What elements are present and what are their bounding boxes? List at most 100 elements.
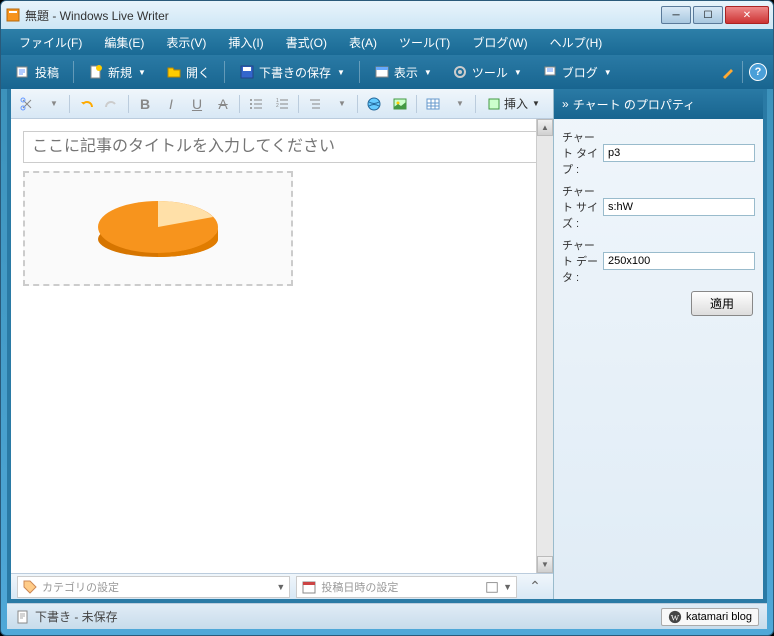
pie-chart-icon xyxy=(33,179,283,279)
blog-button[interactable]: ブログ▼ xyxy=(534,60,620,85)
chevron-down-icon: ▼ xyxy=(532,99,540,108)
bold-button[interactable]: B xyxy=(133,93,157,115)
category-field[interactable]: カテゴリの設定 ▼ xyxy=(17,576,290,598)
globe-icon xyxy=(366,96,382,112)
vertical-scrollbar[interactable]: ▲ ▼ xyxy=(536,119,553,573)
chevron-right-icon: » xyxy=(562,97,569,111)
chart-type-input[interactable] xyxy=(603,144,755,162)
titlebar: 無題 - Windows Live Writer ─ ☐ ✕ xyxy=(1,1,773,29)
menu-format[interactable]: 書式(O) xyxy=(276,31,337,54)
italic-button[interactable]: I xyxy=(159,93,183,115)
chevron-down-icon: ▼ xyxy=(338,99,346,108)
view-button[interactable]: 表示▼ xyxy=(366,60,440,85)
undo-button[interactable] xyxy=(74,93,98,115)
help-button[interactable]: ? xyxy=(749,63,767,81)
expand-button[interactable]: ⌃ xyxy=(523,576,547,598)
menu-insert[interactable]: 挿入(I) xyxy=(218,31,273,54)
window-title: 無題 - Windows Live Writer xyxy=(25,7,661,24)
maximize-button[interactable]: ☐ xyxy=(693,6,723,24)
separator xyxy=(742,61,743,83)
redo-button[interactable] xyxy=(100,93,124,115)
menu-table[interactable]: 表(A) xyxy=(339,31,387,54)
close-button[interactable]: ✕ xyxy=(725,6,769,24)
minimize-button[interactable]: ─ xyxy=(661,6,691,24)
menu-edit[interactable]: 編集(E) xyxy=(94,31,154,54)
separator xyxy=(224,61,225,83)
underline-button[interactable]: U xyxy=(185,93,209,115)
separator xyxy=(128,95,129,113)
scroll-down-icon[interactable]: ▼ xyxy=(537,556,553,573)
bullet-list-button[interactable] xyxy=(244,93,268,115)
chart-data-input[interactable] xyxy=(603,252,755,270)
plugin-icon xyxy=(486,96,502,112)
chart-type-row: チャート タイプ : xyxy=(562,129,755,177)
chart-type-label: チャート タイプ : xyxy=(562,129,599,177)
separator xyxy=(359,61,360,83)
date-picker-icon[interactable] xyxy=(485,580,499,594)
dropdown-button[interactable]: ▼ xyxy=(329,93,353,115)
chevron-down-icon: ▼ xyxy=(50,99,58,108)
insert-button[interactable]: 挿入▼ xyxy=(480,93,546,114)
chevron-down-icon: ▼ xyxy=(503,582,512,592)
redo-icon xyxy=(104,96,120,112)
bullet-list-icon xyxy=(248,96,264,112)
postdate-field[interactable]: 投稿日時の設定 ▼ xyxy=(296,576,517,598)
undo-icon xyxy=(78,96,94,112)
chevron-down-icon: ▼ xyxy=(604,68,612,77)
properties-panel: » チャート のプロパティ チャート タイプ : チャート サイズ : チャート… xyxy=(553,89,763,599)
scissors-icon xyxy=(19,96,35,112)
image-button[interactable] xyxy=(388,93,412,115)
chevron-down-icon: ▼ xyxy=(424,68,432,77)
strike-button[interactable]: A xyxy=(211,93,235,115)
properties-body: チャート タイプ : チャート サイズ : チャート データ : 適用 xyxy=(554,119,763,326)
open-icon xyxy=(166,64,182,80)
table-button[interactable] xyxy=(421,93,445,115)
post-button[interactable]: 投稿 xyxy=(7,60,67,85)
menu-view[interactable]: 表示(V) xyxy=(156,31,216,54)
chevron-down-icon: ▼ xyxy=(138,68,146,77)
menu-blog[interactable]: ブログ(W) xyxy=(462,31,537,54)
separator xyxy=(357,95,358,113)
menu-file[interactable]: ファイル(F) xyxy=(9,31,92,54)
editor-panel: ▼ B I U A 12 ▼ ▼ xyxy=(11,89,553,599)
chart-object[interactable] xyxy=(23,171,293,286)
svg-text:W: W xyxy=(671,612,680,622)
scroll-up-icon[interactable]: ▲ xyxy=(537,119,553,136)
brush-icon[interactable] xyxy=(720,64,736,80)
menu-tools[interactable]: ツール(T) xyxy=(389,31,460,54)
new-button[interactable]: 新規▼ xyxy=(80,60,154,85)
quote-button[interactable] xyxy=(303,93,327,115)
link-button[interactable] xyxy=(362,93,386,115)
blog-badge[interactable]: W katamari blog xyxy=(661,608,759,626)
number-list-button[interactable]: 12 xyxy=(270,93,294,115)
separator xyxy=(298,95,299,113)
app-icon xyxy=(5,7,21,23)
separator xyxy=(416,95,417,113)
dropdown-button[interactable]: ▼ xyxy=(41,93,65,115)
menu-help[interactable]: ヘルプ(H) xyxy=(540,31,613,54)
draft-status: 下書き - 未保存 xyxy=(15,608,118,625)
dropdown-button[interactable]: ▼ xyxy=(447,93,471,115)
menubar: ファイル(F) 編集(E) 表示(V) 挿入(I) 書式(O) 表(A) ツール… xyxy=(1,29,773,55)
separator xyxy=(73,61,74,83)
document-icon xyxy=(15,609,31,625)
chevron-down-icon: ▼ xyxy=(276,582,285,592)
save-icon xyxy=(239,64,255,80)
chart-data-row: チャート データ : xyxy=(562,237,755,285)
app-window: 無題 - Windows Live Writer ─ ☐ ✕ ファイル(F) 編… xyxy=(0,0,774,636)
editor-body[interactable]: ▲ ▼ xyxy=(11,119,553,573)
calendar-icon xyxy=(301,579,317,595)
statusbar: 下書き - 未保存 W katamari blog xyxy=(7,603,767,629)
table-icon xyxy=(425,96,441,112)
open-button[interactable]: 開く xyxy=(158,60,218,85)
chart-size-input[interactable] xyxy=(603,198,755,216)
post-title-input[interactable] xyxy=(23,131,541,163)
apply-button[interactable]: 適用 xyxy=(691,291,753,316)
tools-button[interactable]: ツール▼ xyxy=(444,60,530,85)
cut-button[interactable] xyxy=(15,93,39,115)
quote-icon xyxy=(307,96,323,112)
save-draft-button[interactable]: 下書きの保存▼ xyxy=(231,60,353,85)
chart-data-label: チャート データ : xyxy=(562,237,599,285)
tag-icon xyxy=(22,579,38,595)
svg-text:2: 2 xyxy=(276,103,279,109)
